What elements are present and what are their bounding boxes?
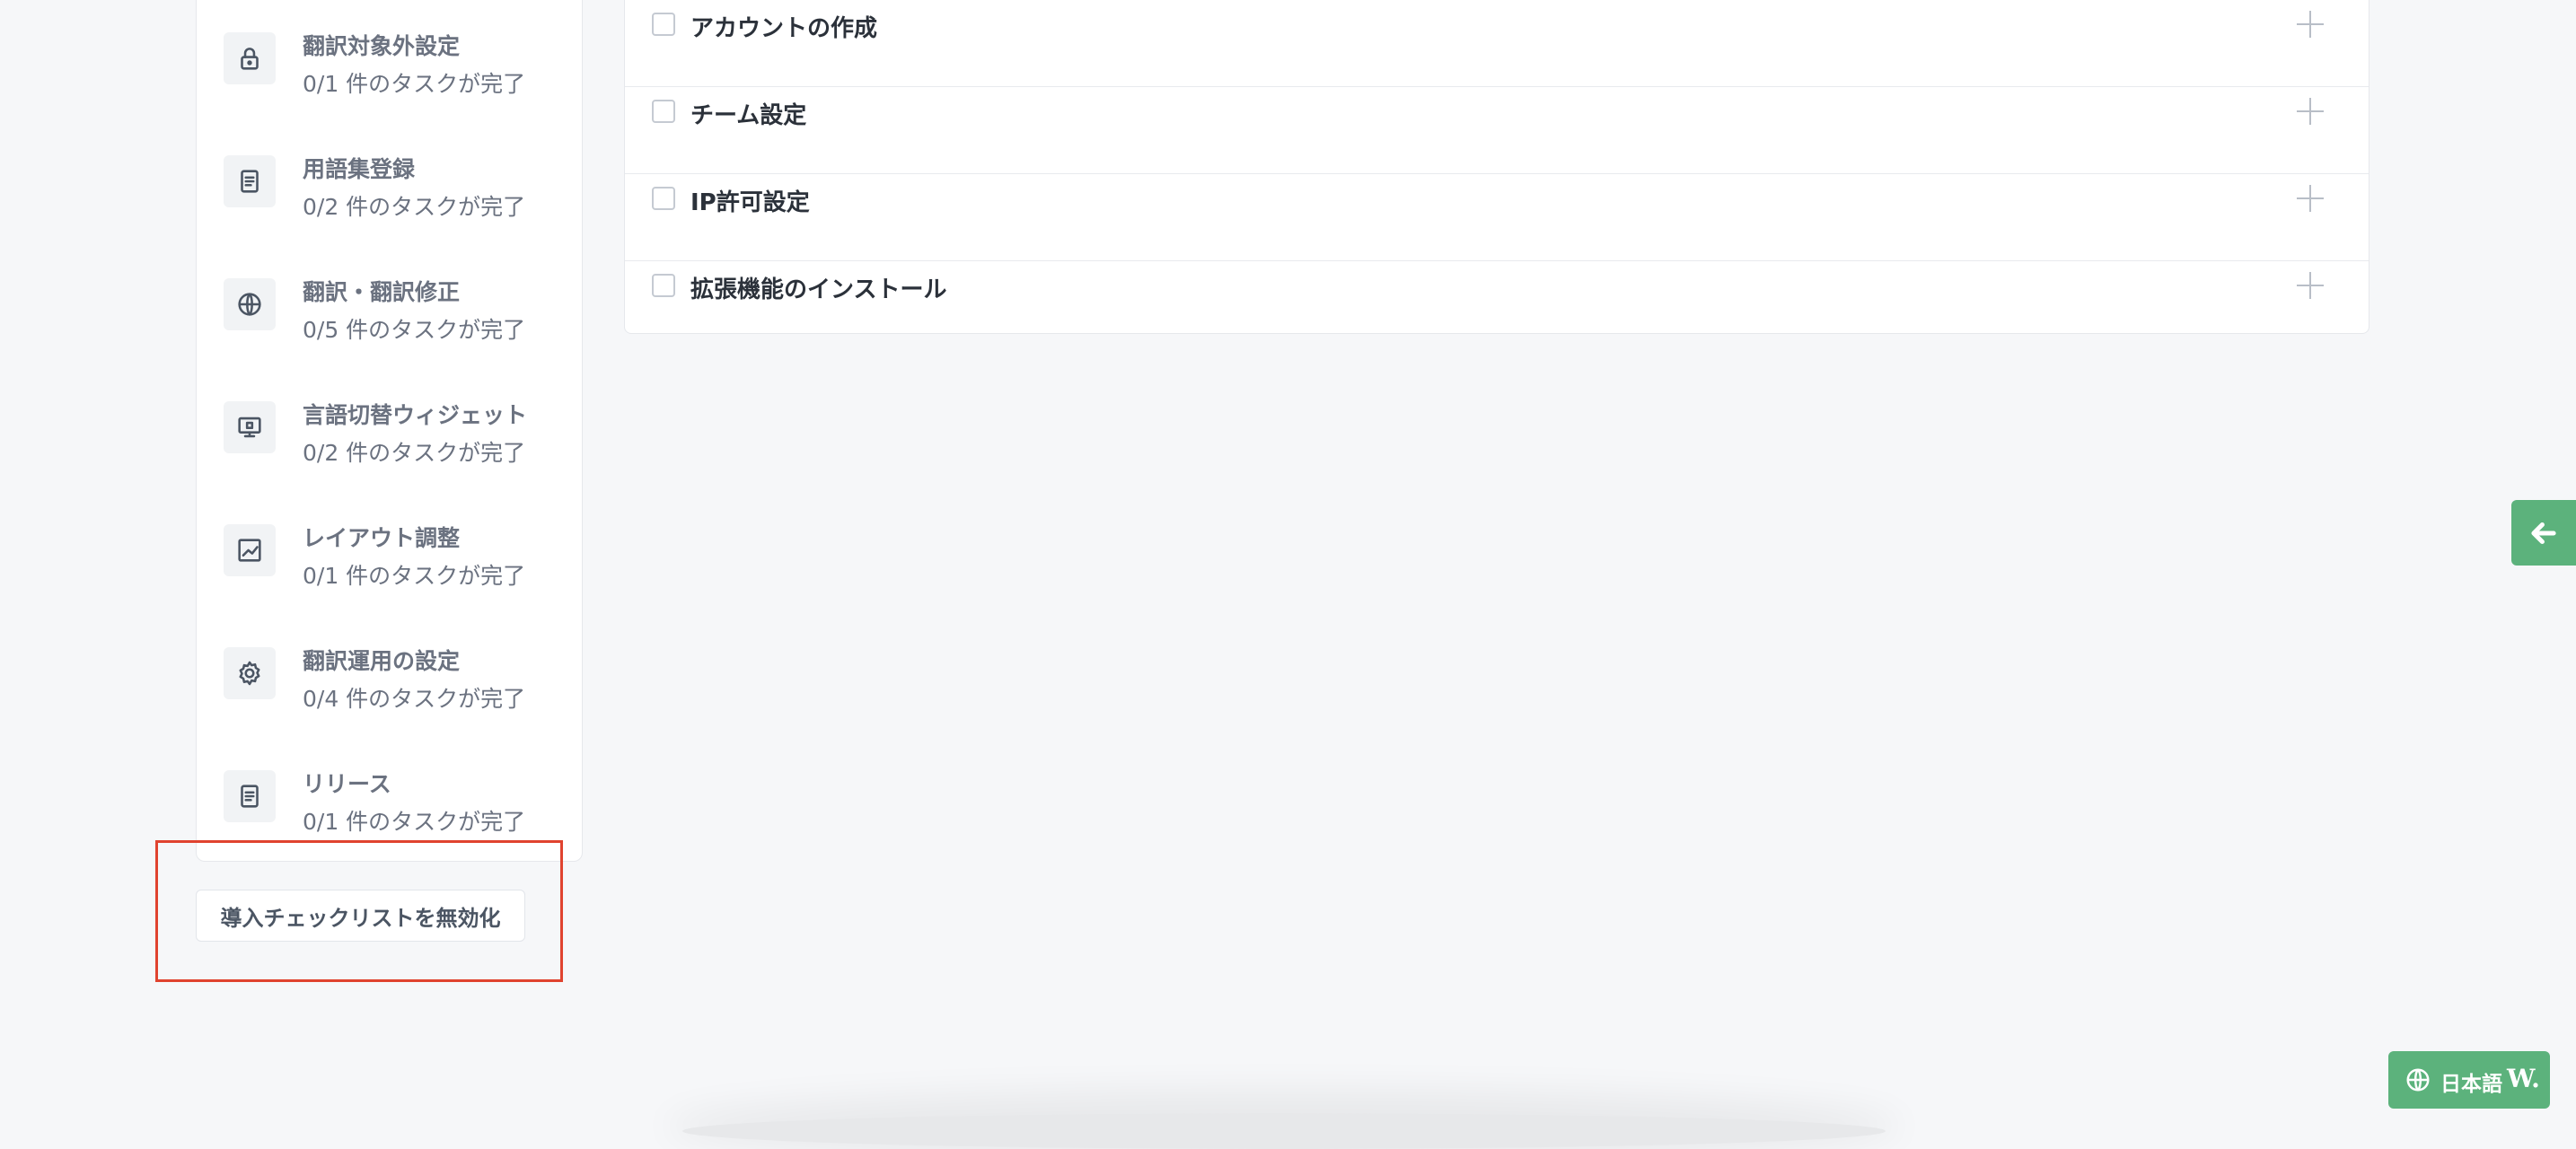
lock-icon [224,32,276,84]
step-title: 言語切替ウィジェット [303,402,528,428]
plus-icon[interactable] [2297,11,2324,38]
step-progress: 0/1 件のタスクが完了 [303,809,526,835]
brand-logo: W. [2507,1064,2540,1093]
task-checkbox[interactable] [652,187,675,210]
task-row-account[interactable]: アカウントの作成 [625,0,2369,87]
chart-icon [224,524,276,576]
disable-checklist-button[interactable]: 導入チェックリストを無効化 [196,890,525,942]
globe-icon [2406,1068,2430,1092]
plus-icon[interactable] [2297,185,2324,212]
plus-icon[interactable] [2297,272,2324,299]
checklist-steps-panel: 翻訳対象外設定 0/1 件のタスクが完了 用語集登録 0/2 件のタスクが完了 … [196,0,583,862]
step-translation[interactable]: 翻訳・翻訳修正 0/5 件のタスクが完了 [224,275,574,373]
document-icon [224,155,276,207]
task-checkbox[interactable] [652,13,675,36]
collapse-panel-button[interactable] [2511,500,2576,566]
task-label: IP許可設定 [690,189,810,216]
step-language-widget[interactable]: 言語切替ウィジェット 0/2 件のタスクが完了 [224,398,574,496]
step-title: リリース [303,771,391,797]
monitor-icon [224,401,276,453]
globe-icon [224,278,276,330]
step-exclusion-settings[interactable]: 翻訳対象外設定 0/1 件のタスクが完了 [224,29,574,127]
document-icon [224,770,276,822]
arrow-left-icon [2531,522,2556,544]
task-checkbox[interactable] [652,100,675,123]
task-row-extension[interactable]: 拡張機能のインストール [625,261,2369,348]
step-progress: 0/1 件のタスクが完了 [303,563,526,589]
task-label: チーム設定 [690,102,807,129]
language-switcher[interactable]: 日本語 W. [2388,1051,2550,1109]
step-progress: 0/1 件のタスクが完了 [303,71,526,97]
gear-icon [224,647,276,699]
task-label: 拡張機能のインストール [690,276,947,303]
step-progress: 0/4 件のタスクが完了 [303,686,526,712]
step-release[interactable]: リリース 0/1 件のタスクが完了 [224,767,574,865]
step-glossary[interactable]: 用語集登録 0/2 件のタスクが完了 [224,152,574,250]
task-checkbox[interactable] [652,274,675,297]
step-title: 用語集登録 [303,156,416,182]
step-title: 翻訳対象外設定 [303,33,461,59]
step-progress: 0/2 件のタスクが完了 [303,194,526,220]
step-operations-settings[interactable]: 翻訳運用の設定 0/4 件のタスクが完了 [224,644,574,742]
step-title: 翻訳・翻訳修正 [303,279,461,305]
language-label: 日本語 [2440,1073,2502,1096]
step-progress: 0/2 件のタスクが完了 [303,440,526,466]
step-title: 翻訳運用の設定 [303,648,461,674]
task-label: アカウントの作成 [690,15,878,42]
task-row-ip-allow[interactable]: IP許可設定 [625,174,2369,261]
bottom-shadow [682,1113,1886,1149]
task-list: アカウントの作成 チーム設定 IP許可設定 拡張機能のインストール [624,0,2369,334]
step-progress: 0/5 件のタスクが完了 [303,317,526,343]
step-title: レイアウト調整 [303,525,461,551]
task-row-team[interactable]: チーム設定 [625,87,2369,174]
plus-icon[interactable] [2297,98,2324,125]
step-layout[interactable]: レイアウト調整 0/1 件のタスクが完了 [224,521,574,619]
